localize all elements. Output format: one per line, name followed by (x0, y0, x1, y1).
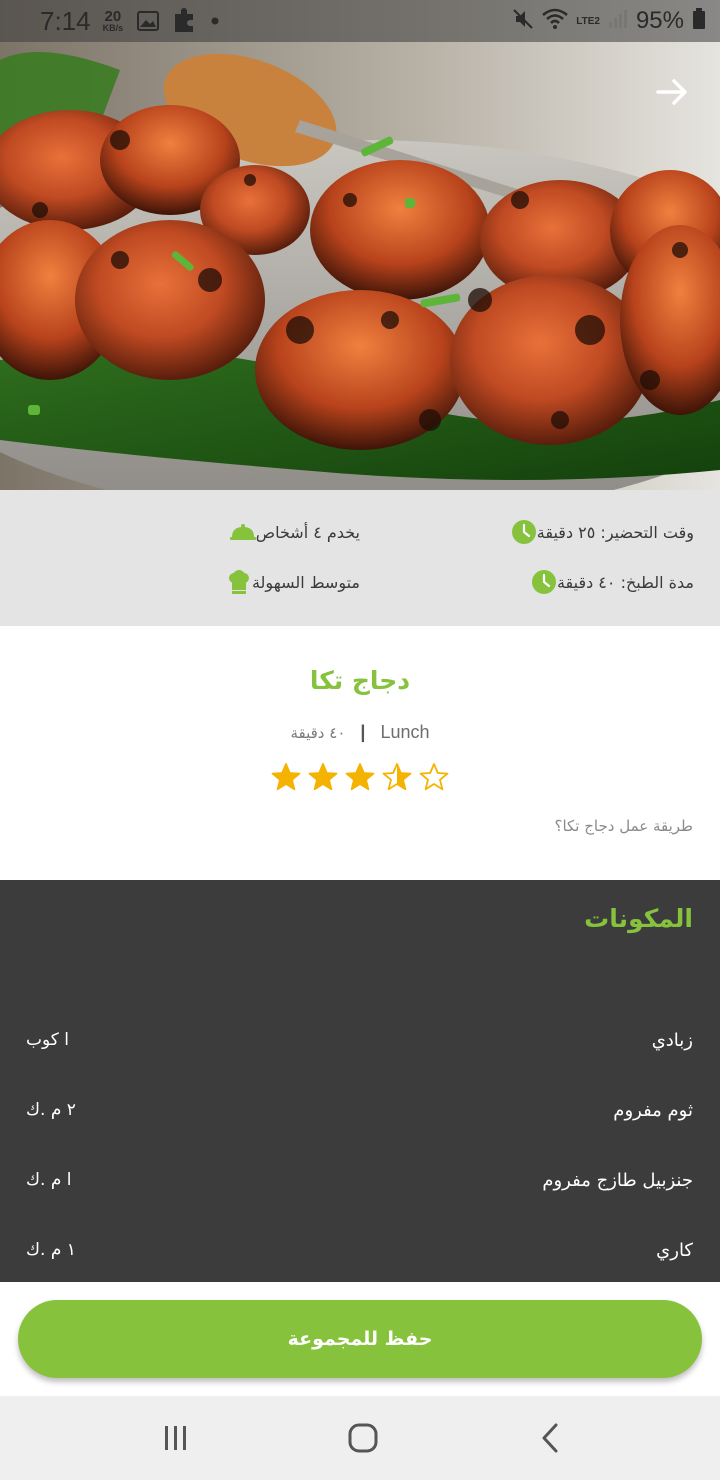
ingredients-section: المكونات زبادي ا كوب ثوم مفروم ٢ م .ك جن… (0, 880, 720, 1282)
prep-time: وقت التحضير: ٢٥ دقيقة (497, 519, 694, 545)
food-photo (0, 0, 720, 490)
ingredient-row: كاري ١ م .ك (0, 1240, 720, 1280)
star-full-icon (271, 763, 301, 791)
rating-stars (0, 762, 720, 792)
servings-text: يخدم ٤ أشخاص (255, 522, 360, 542)
chef-hat-icon (226, 569, 252, 595)
cloche-icon (229, 519, 256, 545)
save-area: حفظ للمجموعة (0, 1282, 720, 1396)
ingredient-qty: ٢ م .ك (26, 1100, 76, 1120)
puzzle-icon (173, 8, 197, 34)
cook-time-text: مدة الطبخ: ٤٠ دقيقة (556, 572, 694, 592)
back-icon[interactable] (530, 1420, 570, 1456)
ingredient-name: زبادي (651, 1030, 693, 1051)
recipe-info-panel: وقت التحضير: ٢٥ دقيقة مدة الطبخ: ٤٠ دقيق… (0, 490, 720, 626)
signal-icon (608, 9, 628, 33)
difficulty-text: متوسط السهولة (251, 572, 360, 592)
star-half-icon (382, 763, 412, 791)
recipe-category: Lunch (380, 722, 430, 742)
ingredient-qty: ١ م .ك (26, 1240, 76, 1260)
home-icon[interactable] (343, 1420, 383, 1456)
cook-time: مدة الطبخ: ٤٠ دقيقة (517, 569, 694, 595)
star-full-icon (308, 763, 338, 791)
prep-time-text: وقت التحضير: ٢٥ دقيقة (536, 522, 694, 542)
recents-icon[interactable] (156, 1420, 196, 1456)
dot-icon (211, 17, 219, 25)
ingredient-row: ثوم مفروم ٢ م .ك (0, 1100, 720, 1140)
network-speed-unit: KB/s (102, 23, 124, 33)
meta-separator: | (360, 722, 366, 742)
ingredient-name: ثوم مفروم (613, 1100, 693, 1121)
ingredient-qty: ا م .ك (26, 1170, 72, 1190)
recipe-question: طريقة عمل دجاج تكا؟ (554, 817, 693, 835)
ingredient-qty: ا كوب (26, 1030, 70, 1050)
battery-level: 95% (635, 7, 684, 34)
ingredient-row: جنزبيل طازج مفروم ا م .ك (0, 1170, 720, 1210)
status-bar: 7:14 20 KB/s LTE2 95% (0, 0, 720, 42)
status-time: 7:14 (40, 5, 91, 36)
ingredient-row: زبادي ا كوب (0, 1030, 720, 1070)
servings: يخدم ٤ أشخاص (216, 519, 360, 545)
mute-icon (512, 8, 534, 34)
battery-icon (692, 8, 706, 34)
ingredient-name: جنزبيل طازج مفروم (542, 1170, 693, 1191)
wifi-icon (542, 8, 569, 34)
recipe-title: دجاج تكا (309, 666, 411, 695)
recipe-summary: دجاج تكا ٤٠ دقيقة | Lunch طريقة عمل دجاج… (0, 626, 720, 880)
network-type: LTE2 (576, 15, 600, 27)
network-speed: 20 KB/s (103, 9, 124, 33)
difficulty: متوسط السهولة (212, 569, 360, 595)
arrow-right-icon[interactable] (654, 74, 690, 110)
clock-icon (531, 569, 557, 595)
gallery-icon (137, 11, 160, 31)
star-full-icon (345, 763, 375, 791)
ingredient-name: كاري (656, 1240, 693, 1261)
ingredients-heading: المكونات (584, 904, 693, 933)
recipe-meta: ٤٠ دقيقة | Lunch (0, 722, 720, 743)
recipe-hero-image (0, 0, 720, 490)
system-nav-bar (0, 1396, 720, 1480)
recipe-duration: ٤٠ دقيقة (290, 724, 346, 742)
star-empty-icon (419, 763, 449, 791)
save-to-collection-button[interactable]: حفظ للمجموعة (18, 1300, 702, 1378)
network-speed-value: 20 (104, 8, 122, 25)
clock-icon (511, 519, 537, 545)
